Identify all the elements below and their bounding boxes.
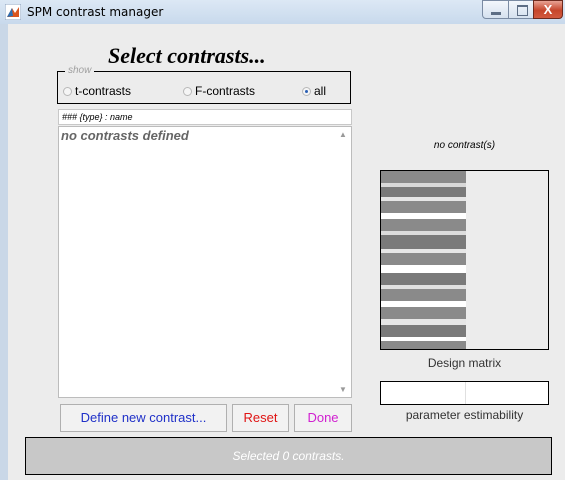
spm-contrast-manager-window: SPM contrast manager X Select contrasts.…	[0, 0, 565, 480]
empty-list-message: no contrasts defined	[61, 128, 189, 143]
estimability-divider	[465, 382, 466, 404]
radio-label: all	[314, 84, 327, 98]
radio-all[interactable]: all	[302, 84, 326, 98]
contrast-list-header: ### {type} : name	[58, 109, 352, 125]
status-bar: Selected 0 contrasts.	[25, 437, 552, 475]
design-matrix-band	[381, 307, 466, 319]
contrast-list[interactable]: no contrasts defined ▲ ▼	[58, 126, 352, 398]
radio-t-contrasts[interactable]: t-contrasts	[63, 84, 131, 98]
design-matrix-band	[381, 171, 466, 183]
radio-f-contrasts[interactable]: F-contrasts	[183, 84, 255, 98]
minimize-icon	[491, 12, 501, 15]
design-matrix[interactable]	[380, 170, 549, 350]
design-matrix-band	[381, 235, 466, 249]
reset-button[interactable]: Reset	[232, 404, 289, 432]
design-matrix-band	[381, 273, 466, 285]
matlab-icon	[5, 4, 21, 20]
show-legend: show	[65, 65, 95, 76]
title-bar[interactable]: SPM contrast manager X	[0, 0, 565, 24]
close-button[interactable]: X	[533, 0, 563, 19]
done-button[interactable]: Done	[294, 404, 352, 432]
list-scrollbar[interactable]: ▲ ▼	[336, 127, 351, 397]
design-matrix-band	[381, 187, 466, 197]
design-matrix-band	[381, 341, 466, 349]
maximize-button[interactable]	[508, 0, 534, 19]
parameter-estimability-label: parameter estimability	[405, 408, 524, 422]
window-title: SPM contrast manager	[27, 5, 164, 19]
scroll-up-icon[interactable]: ▲	[339, 130, 347, 139]
radio-indicator-selected	[302, 86, 311, 96]
define-new-contrast-button[interactable]: Define new contrast...	[60, 404, 227, 432]
maximize-icon	[517, 5, 528, 16]
close-icon: X	[543, 2, 553, 17]
radio-indicator	[183, 86, 192, 96]
radio-indicator	[63, 86, 72, 96]
minimize-button[interactable]	[482, 0, 509, 19]
no-contrast-caption: no contrast(s)	[433, 140, 496, 151]
page-title: Select contrasts...	[108, 43, 266, 68]
design-matrix-band	[381, 201, 466, 213]
scroll-down-icon[interactable]: ▼	[339, 385, 347, 394]
design-matrix-band	[381, 325, 466, 337]
design-matrix-band	[381, 219, 466, 231]
parameter-estimability-bar	[380, 381, 549, 405]
radio-label: t-contrasts	[75, 84, 132, 98]
design-matrix-band	[381, 253, 466, 265]
design-matrix-band	[381, 289, 466, 301]
design-matrix-band	[381, 265, 466, 273]
radio-label: F-contrasts	[195, 84, 256, 98]
design-matrix-label: Design matrix	[427, 356, 502, 370]
